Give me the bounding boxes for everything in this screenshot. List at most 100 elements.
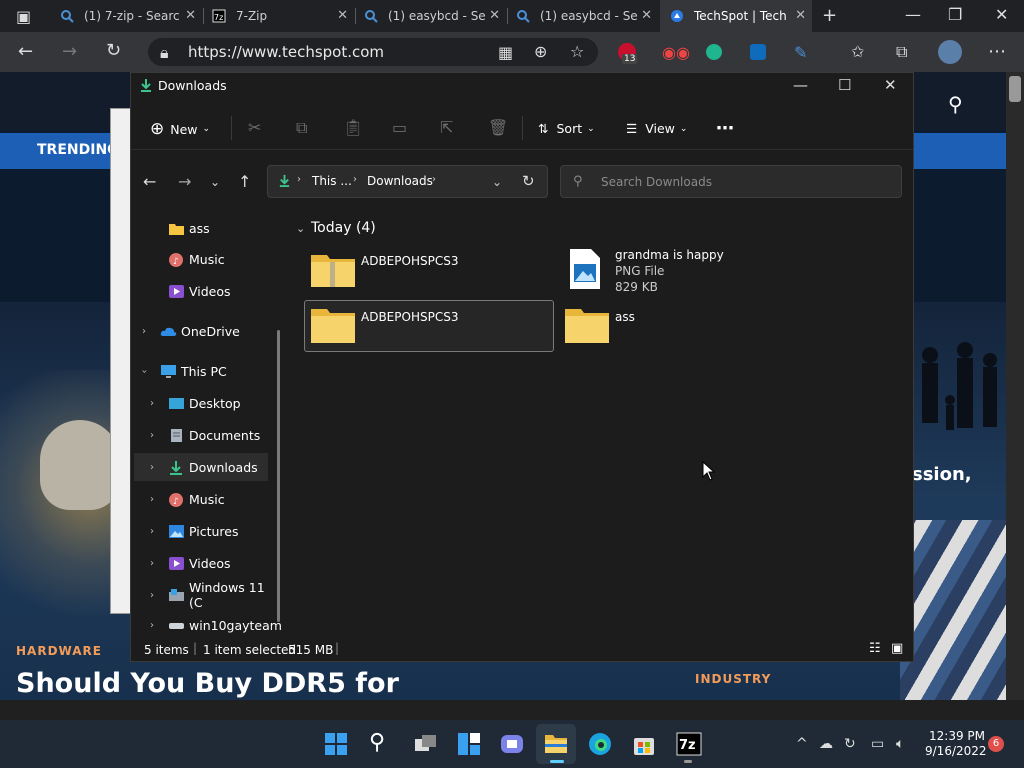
- copy-icon[interactable]: ⧉: [296, 118, 307, 138]
- tab-easybcd-2[interactable]: (1) easybcd - Se ✕: [508, 0, 658, 32]
- up-icon[interactable]: ↑: [238, 172, 251, 191]
- collapse-group-icon[interactable]: ⌄: [296, 222, 305, 235]
- extension-pen-icon[interactable]: ✎: [794, 43, 807, 62]
- site-search-icon[interactable]: ⚲: [948, 92, 963, 116]
- task-view-icon[interactable]: [414, 733, 438, 755]
- chevron-right-icon[interactable]: ›: [150, 462, 154, 473]
- search-icon[interactable]: ⚲: [369, 730, 385, 755]
- zoom-icon[interactable]: ⊕: [534, 42, 547, 61]
- nav-item-music[interactable]: › ♪ Music: [134, 485, 268, 513]
- close-window-icon[interactable]: ✕: [995, 5, 1008, 24]
- back-icon[interactable]: ←: [143, 172, 156, 191]
- minimize-icon[interactable]: —: [793, 76, 808, 94]
- new-tab-icon[interactable]: +: [822, 5, 837, 26]
- file-item-png[interactable]: grandma is happy PNG File 829 KB: [565, 246, 765, 296]
- forward-icon[interactable]: →: [178, 172, 191, 191]
- group-header[interactable]: Today (4): [311, 220, 376, 236]
- store-icon[interactable]: [632, 732, 656, 756]
- refresh-icon[interactable]: ↻: [522, 172, 535, 190]
- forward-icon[interactable]: →: [62, 41, 77, 62]
- close-icon[interactable]: ✕: [795, 8, 806, 23]
- close-icon[interactable]: ✕: [489, 8, 500, 23]
- onedrive-tray-icon[interactable]: ☁: [819, 736, 833, 752]
- nav-item-documents[interactable]: › Documents: [134, 421, 268, 449]
- nav-item-desktop[interactable]: › Desktop: [134, 389, 268, 417]
- new-button[interactable]: ⊕ New ⌄: [150, 119, 210, 139]
- back-icon[interactable]: ←: [18, 41, 33, 62]
- chevron-right-icon[interactable]: ›: [142, 326, 146, 337]
- url-text[interactable]: https://www.techspot.com: [188, 43, 384, 61]
- system-clock[interactable]: 12:39 PM 9/16/2022: [925, 729, 987, 759]
- nav-item-this-pc[interactable]: › This PC: [134, 357, 268, 385]
- apps-icon[interactable]: ▦: [498, 43, 513, 62]
- nav-item-videos-quick[interactable]: Videos: [134, 277, 268, 305]
- breadcrumb-downloads[interactable]: Downloads: [367, 174, 433, 188]
- chevron-up-icon[interactable]: ^: [796, 736, 808, 752]
- sync-icon[interactable]: ↻: [844, 736, 856, 752]
- extension-outlook-icon[interactable]: [750, 44, 766, 60]
- maximize-icon[interactable]: ☐: [838, 76, 851, 94]
- address-dropdown-icon[interactable]: ⌄: [492, 175, 502, 189]
- refresh-icon[interactable]: ↻: [106, 40, 121, 61]
- tab-7zip[interactable]: 7z 7-Zip ✕: [204, 0, 354, 32]
- notification-badge[interactable]: 6: [988, 736, 1004, 752]
- scrollbar-thumb[interactable]: [1009, 76, 1021, 102]
- tab-techspot[interactable]: TechSpot | Tech ✕: [660, 0, 812, 32]
- chevron-right-icon[interactable]: ›: [150, 590, 154, 601]
- article-snippet[interactable]: ssion,: [912, 464, 972, 485]
- section-label[interactable]: INDUSTRY: [695, 672, 771, 686]
- view-button[interactable]: ☰ View ⌄: [626, 121, 687, 136]
- chevron-right-icon[interactable]: ›: [150, 526, 154, 537]
- trending-label[interactable]: TRENDING: [37, 142, 119, 158]
- sort-button[interactable]: ⇅ Sort ⌄: [538, 121, 595, 136]
- chevron-right-icon[interactable]: ›: [150, 558, 154, 569]
- breadcrumb-this-pc[interactable]: This ...: [312, 174, 352, 188]
- article-headline[interactable]: Should You Buy DDR5 for: [16, 668, 399, 699]
- close-icon[interactable]: ✕: [884, 76, 897, 94]
- nav-item-videos[interactable]: › Videos: [134, 549, 268, 577]
- tab-actions-icon[interactable]: ▣: [16, 7, 31, 26]
- close-icon[interactable]: ✕: [185, 8, 196, 23]
- favorites-icon[interactable]: ✩: [851, 42, 864, 61]
- details-view-icon[interactable]: ☷: [869, 641, 881, 656]
- nav-item-music-quick[interactable]: ♪ Music: [134, 245, 268, 273]
- file-explorer-icon[interactable]: [544, 732, 568, 754]
- nav-item-ass[interactable]: ass: [134, 214, 268, 242]
- delete-icon[interactable]: 🗑︎: [488, 118, 508, 137]
- chevron-right-icon[interactable]: ›: [150, 398, 154, 409]
- paste-icon[interactable]: 📋︎: [343, 118, 363, 137]
- restore-icon[interactable]: ❐: [948, 5, 962, 24]
- collections-icon[interactable]: ⧉: [896, 42, 907, 62]
- more-options-icon[interactable]: ⋯: [716, 118, 734, 139]
- add-favorite-icon[interactable]: ☆: [570, 42, 584, 61]
- nav-item-pictures[interactable]: › Pictures: [134, 517, 268, 545]
- nav-pane-scrollbar[interactable]: [277, 330, 280, 622]
- 7zip-icon[interactable]: 7z: [676, 732, 702, 756]
- file-item-ass[interactable]: ass: [562, 304, 762, 348]
- chevron-right-icon[interactable]: ›: [150, 494, 154, 505]
- teams-chat-icon[interactable]: [500, 732, 524, 756]
- close-icon[interactable]: ✕: [641, 8, 652, 23]
- chevron-right-icon[interactable]: ›: [150, 620, 154, 631]
- rename-icon[interactable]: ▭: [392, 118, 407, 137]
- section-label[interactable]: HARDWARE: [16, 644, 102, 658]
- volume-icon[interactable]: 🔈︎: [896, 736, 904, 752]
- extension-m-icon[interactable]: [706, 44, 722, 60]
- share-icon[interactable]: ⇱: [440, 118, 453, 137]
- lock-icon[interactable]: 🔒︎: [160, 43, 169, 63]
- page-scrollbar[interactable]: [1006, 72, 1024, 700]
- minimize-icon[interactable]: —: [905, 5, 921, 24]
- extension-eyes-icon[interactable]: ◉◉: [662, 43, 690, 62]
- search-placeholder[interactable]: Search Downloads: [601, 175, 712, 189]
- nav-item-onedrive[interactable]: › OneDrive: [134, 317, 268, 345]
- widgets-icon[interactable]: [457, 732, 481, 756]
- close-icon[interactable]: ✕: [337, 8, 348, 23]
- chevron-down-icon[interactable]: ›: [139, 369, 150, 373]
- nav-item-downloads[interactable]: › Downloads: [134, 453, 268, 481]
- nav-item-network-drive[interactable]: › win10gayteam: [134, 613, 282, 637]
- edge-icon[interactable]: [588, 732, 612, 756]
- file-item-zip[interactable]: ADBEPOHSPCS3: [308, 248, 558, 292]
- tab-7zip-search[interactable]: (1) 7-zip - Searc ✕: [52, 0, 202, 32]
- file-item-folder[interactable]: ADBEPOHSPCS3: [308, 304, 548, 348]
- more-icon[interactable]: ⋯: [988, 41, 1006, 62]
